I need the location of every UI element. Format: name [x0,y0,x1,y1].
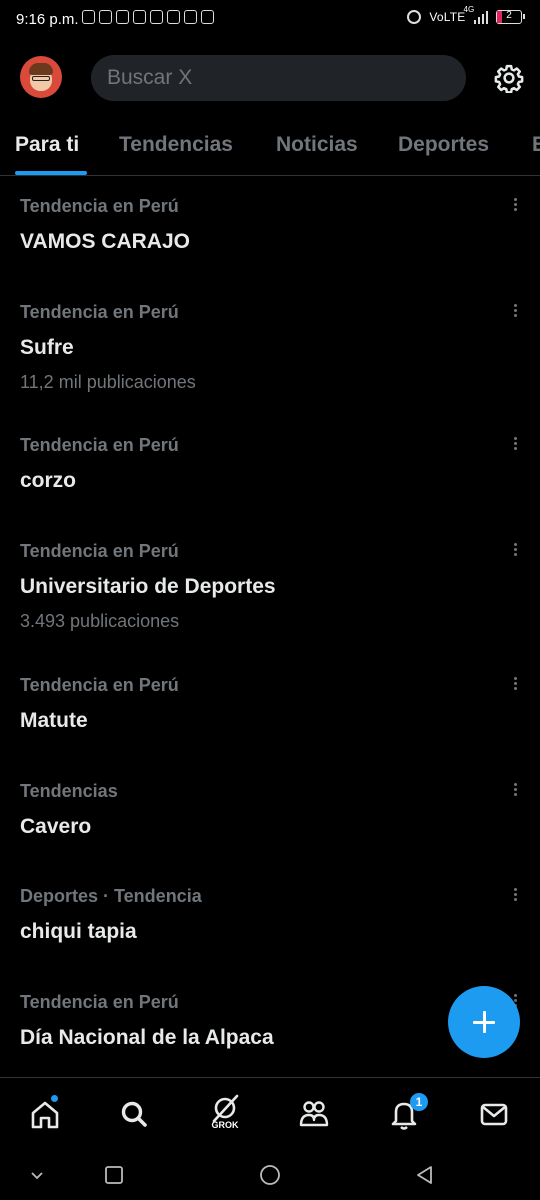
status-right: VoLTE 4G 2 [407,5,525,24]
trend-title: Matute [20,709,88,732]
recent-apps-icon[interactable] [103,1164,125,1186]
notification-badge: 1 [410,1093,428,1111]
avatar[interactable] [20,56,62,98]
gmail-icon [167,10,180,24]
trend-meta: Tendencia en Perú [20,675,179,695]
status-time: 9:16 p.m. [16,11,79,28]
trend-meta: Tendencia en Perú [20,541,179,561]
gmail-icon [116,10,129,24]
more-options-icon[interactable] [508,675,522,695]
system-nav-bar [0,1150,540,1200]
communities-icon[interactable] [294,1094,334,1134]
trend-title: Día Nacional de la Alpaca [20,1026,274,1049]
trend-meta: Tendencia en Perú [20,992,179,1012]
trend-title: VAMOS CARAJO [20,230,190,253]
download-icon [184,10,197,24]
grok-label: GROK [211,1120,239,1130]
trend-title: Sufre [20,336,74,359]
google-icon [150,10,163,24]
back-icon[interactable] [414,1164,436,1186]
explore-tabs: Para ti Tendencias Noticias Deportes E [0,120,540,176]
status-bar: 9:16 p.m. VoLTE 4G 2 [0,0,540,42]
trend-title: corzo [20,469,77,492]
notification-icons [82,10,214,24]
volte-label: VoLTE [429,10,466,24]
trend-title: Universitario de Deportes [20,575,276,598]
trend-meta: Deportes · Tendencia [20,886,202,906]
more-options-icon[interactable] [508,196,522,216]
more-options-icon[interactable] [508,886,522,906]
trend-title: Cavero [20,815,92,838]
tab-deportes[interactable]: Deportes [398,133,489,157]
gear-icon[interactable] [494,63,524,93]
tab-entretenimiento[interactable]: E [532,133,540,157]
network-type-label: 4G [463,5,475,14]
bottom-nav: 1 [0,1077,540,1150]
trend-meta: Tendencia en Perú [20,435,179,455]
chevron-down-icon[interactable] [26,1164,48,1186]
search-input[interactable]: Buscar X [91,55,466,101]
tab-noticias[interactable]: Noticias [276,133,358,157]
trend-meta: Tendencias [20,781,118,801]
more-options-icon[interactable] [508,302,522,322]
app-icon [133,10,146,24]
home-unread-dot [51,1095,58,1102]
trend-title: chiqui tapia [20,920,137,943]
alarm-icon [407,10,422,24]
search-icon[interactable] [114,1094,154,1134]
trend-post-count: 11,2 mil publicaciones [20,372,196,392]
battery-icon: 2 [496,10,525,24]
compose-button[interactable] [448,986,520,1058]
signal-icon: 4G [464,5,488,24]
trend-post-count: 3.493 publicaciones [20,611,180,631]
more-options-icon[interactable] [508,541,522,561]
more-options-icon[interactable] [508,435,522,455]
more-options-icon[interactable] [508,781,522,801]
tab-tendencias[interactable]: Tendencias [119,133,233,157]
tab-para-ti[interactable]: Para ti [15,133,79,157]
messages-icon[interactable] [474,1094,514,1134]
battery-level: 2 [506,10,512,21]
active-tab-indicator [15,171,87,175]
whatsapp-icon [82,10,95,24]
trend-meta: Tendencia en Perú [20,196,179,216]
trend-meta: Tendencia en Perú [20,302,179,322]
home-icon[interactable] [25,1094,65,1134]
facebook-icon [99,10,112,24]
search-placeholder: Buscar X [107,66,193,89]
sim-icon [201,10,214,24]
home-circle-icon[interactable] [259,1164,281,1186]
